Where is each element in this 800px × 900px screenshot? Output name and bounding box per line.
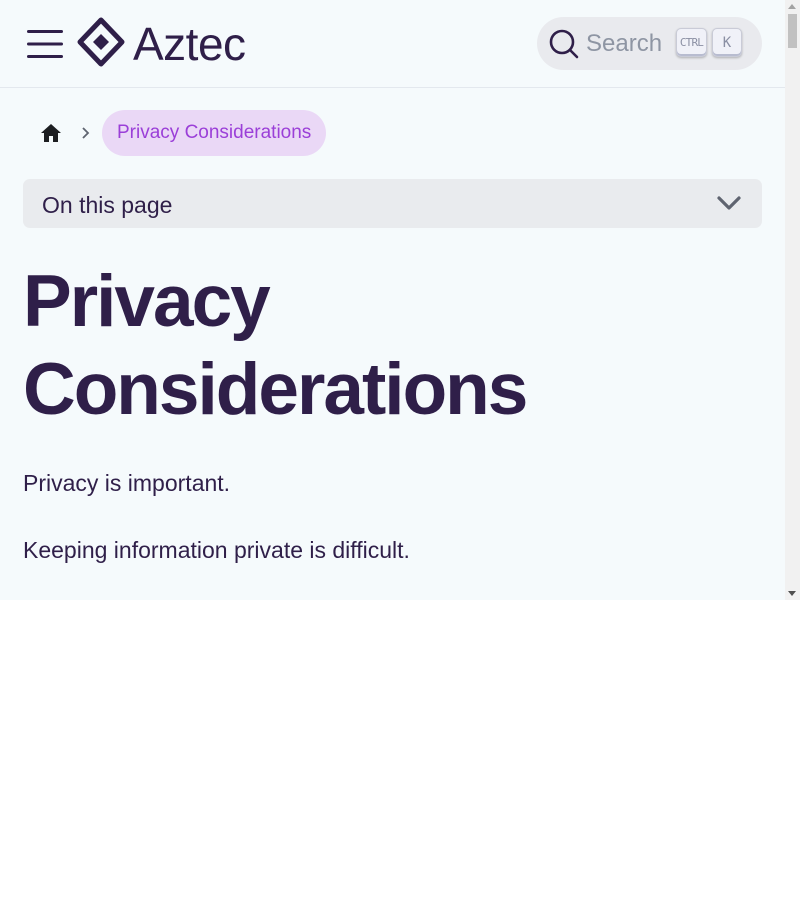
page-title-line-1: Privacy: [23, 261, 271, 342]
page-title: Privacy Considerations: [23, 258, 763, 434]
aztec-logo-icon: [77, 17, 125, 72]
top-navbar: Aztec Search CTRL K: [0, 0, 785, 88]
scroll-up-arrow-icon[interactable]: [788, 4, 796, 9]
search-button[interactable]: Search CTRL K: [537, 17, 762, 70]
page-viewport: Aztec Search CTRL K Privacy Consideratio…: [0, 0, 800, 600]
logo-text: Aztec: [133, 18, 246, 70]
page-title-line-2: Considerations: [23, 349, 528, 430]
breadcrumb: Privacy Considerations: [30, 110, 327, 156]
scrollbar-thumb[interactable]: [788, 14, 797, 48]
home-icon[interactable]: [39, 121, 63, 145]
chevron-down-icon: [716, 193, 742, 213]
toc-label: On this page: [42, 192, 173, 218]
search-icon: [548, 28, 580, 60]
search-placeholder: Search: [586, 30, 663, 57]
site-logo[interactable]: Aztec: [77, 17, 246, 72]
breadcrumb-current[interactable]: Privacy Considerations: [102, 110, 327, 156]
paragraph: Privacy is important.: [23, 470, 231, 496]
menu-icon[interactable]: [26, 28, 64, 60]
shortcut-ctrl-key: CTRL: [676, 28, 707, 57]
chevron-right-icon: [79, 126, 93, 140]
vertical-scrollbar[interactable]: [785, 0, 800, 600]
paragraph: Keeping information private is difficult…: [23, 537, 410, 563]
scroll-down-arrow-icon[interactable]: [788, 591, 796, 596]
shortcut-k-key: K: [712, 28, 742, 57]
toc-dropdown[interactable]: On this page: [23, 179, 762, 228]
